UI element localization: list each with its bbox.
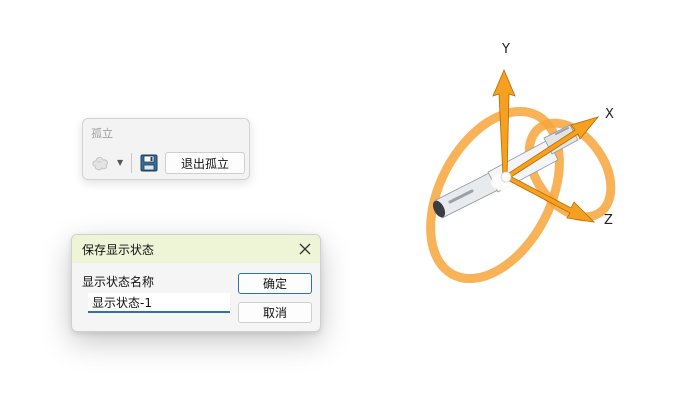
floppy-disk-icon	[140, 154, 158, 172]
isolate-toolbar-title: 孤立	[91, 127, 113, 140]
z-axis-label: Z	[604, 213, 613, 228]
dialog-title: 保存显示状态	[82, 243, 155, 257]
isolate-toolbar-row: ▼ 退出孤立	[89, 151, 249, 175]
display-style-icon	[92, 157, 108, 171]
ok-button[interactable]: 确定	[238, 273, 312, 294]
dialog-titlebar[interactable]: 保存显示状态	[72, 235, 320, 263]
isolate-toolbar: 孤立 ▼ 退出孤立	[82, 118, 250, 180]
triad-graphic	[426, 68, 616, 284]
y-axis-label: Y	[502, 42, 510, 57]
triad-origin	[500, 171, 512, 183]
reference-triad: Y X Z	[420, 30, 650, 290]
close-button[interactable]	[296, 240, 314, 258]
toolbar-separator	[131, 153, 132, 173]
display-style-button[interactable]: ▼	[89, 151, 125, 175]
exit-isolate-button[interactable]: 退出孤立	[165, 152, 245, 174]
chevron-down-icon[interactable]: ▼	[117, 158, 123, 167]
save-button[interactable]	[139, 153, 159, 173]
cancel-button[interactable]: 取消	[238, 302, 312, 323]
x-axis-label: X	[605, 107, 614, 122]
display-state-name-label: 显示状态名称	[82, 275, 155, 289]
close-icon	[299, 243, 311, 255]
save-display-state-dialog: 保存显示状态 显示状态名称 确定 取消	[71, 234, 321, 332]
display-state-name-input[interactable]	[88, 293, 230, 313]
